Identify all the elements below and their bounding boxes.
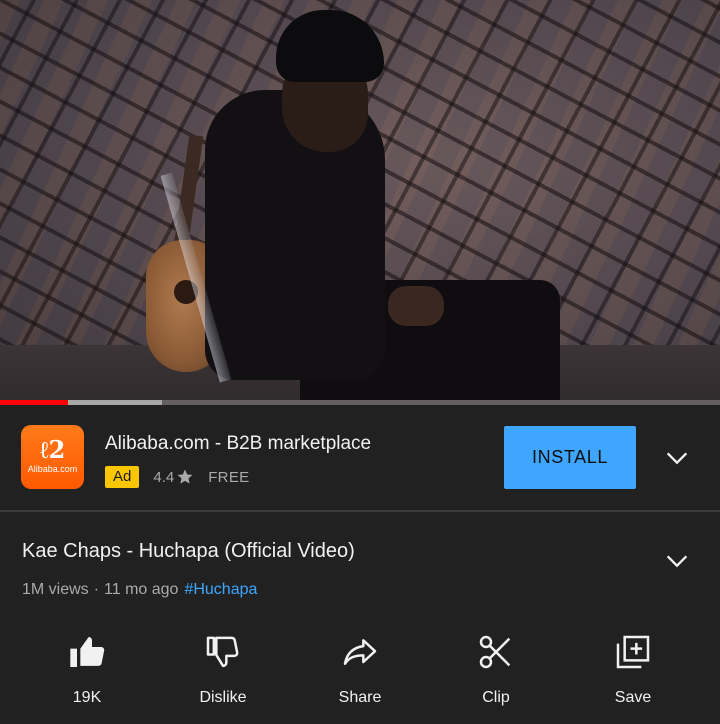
- video-meta: 1M views · 11 mo ago #Huchapa: [22, 581, 257, 599]
- share-label: Share: [338, 689, 382, 706]
- video-player[interactable]: [0, 0, 720, 405]
- ad-badge: Ad: [105, 466, 140, 488]
- logo-text: Alibaba.com: [27, 464, 78, 474]
- add-to-playlist-icon: [613, 630, 653, 674]
- ad-rating: 4.4: [153, 468, 194, 486]
- like-button[interactable]: 19K: [37, 630, 137, 710]
- clip-label: Clip: [482, 689, 510, 706]
- thumbs-up-icon: [67, 630, 107, 674]
- expand-description-chevron-icon[interactable]: [663, 547, 691, 575]
- upload-age: 11 mo ago: [104, 581, 179, 598]
- ad-title[interactable]: Alibaba.com - B2B marketplace: [105, 433, 371, 455]
- save-label: Save: [614, 689, 652, 706]
- share-icon: [340, 630, 380, 674]
- scissors-icon: [476, 630, 516, 674]
- chevron-down-icon[interactable]: [663, 444, 691, 472]
- dislike-button[interactable]: Dislike: [173, 630, 273, 710]
- dislike-label: Dislike: [199, 689, 247, 706]
- meta-separator: ·: [93, 581, 100, 598]
- alibaba-logo-icon[interactable]: ℓ2 Alibaba.com: [21, 425, 84, 489]
- save-button[interactable]: Save: [583, 630, 683, 710]
- star-icon: [177, 469, 193, 484]
- person-hands: [388, 286, 444, 326]
- view-count: 1M views: [22, 581, 89, 598]
- ad-rating-value: 4.4: [153, 468, 175, 486]
- video-title[interactable]: Kae Chaps - Huchapa (Official Video): [22, 540, 355, 563]
- ad-meta: Ad 4.4 FREE: [105, 466, 249, 488]
- logo-glyph: ℓ2: [39, 435, 66, 464]
- share-button[interactable]: Share: [310, 630, 410, 710]
- like-count: 19K: [72, 689, 102, 706]
- hashtag-link[interactable]: #Huchapa: [184, 581, 257, 598]
- thumbs-down-icon: [203, 630, 243, 674]
- clip-button[interactable]: Clip: [446, 630, 546, 710]
- ad-price: FREE: [208, 468, 250, 486]
- divider: [0, 510, 720, 512]
- install-button[interactable]: INSTALL: [504, 426, 636, 489]
